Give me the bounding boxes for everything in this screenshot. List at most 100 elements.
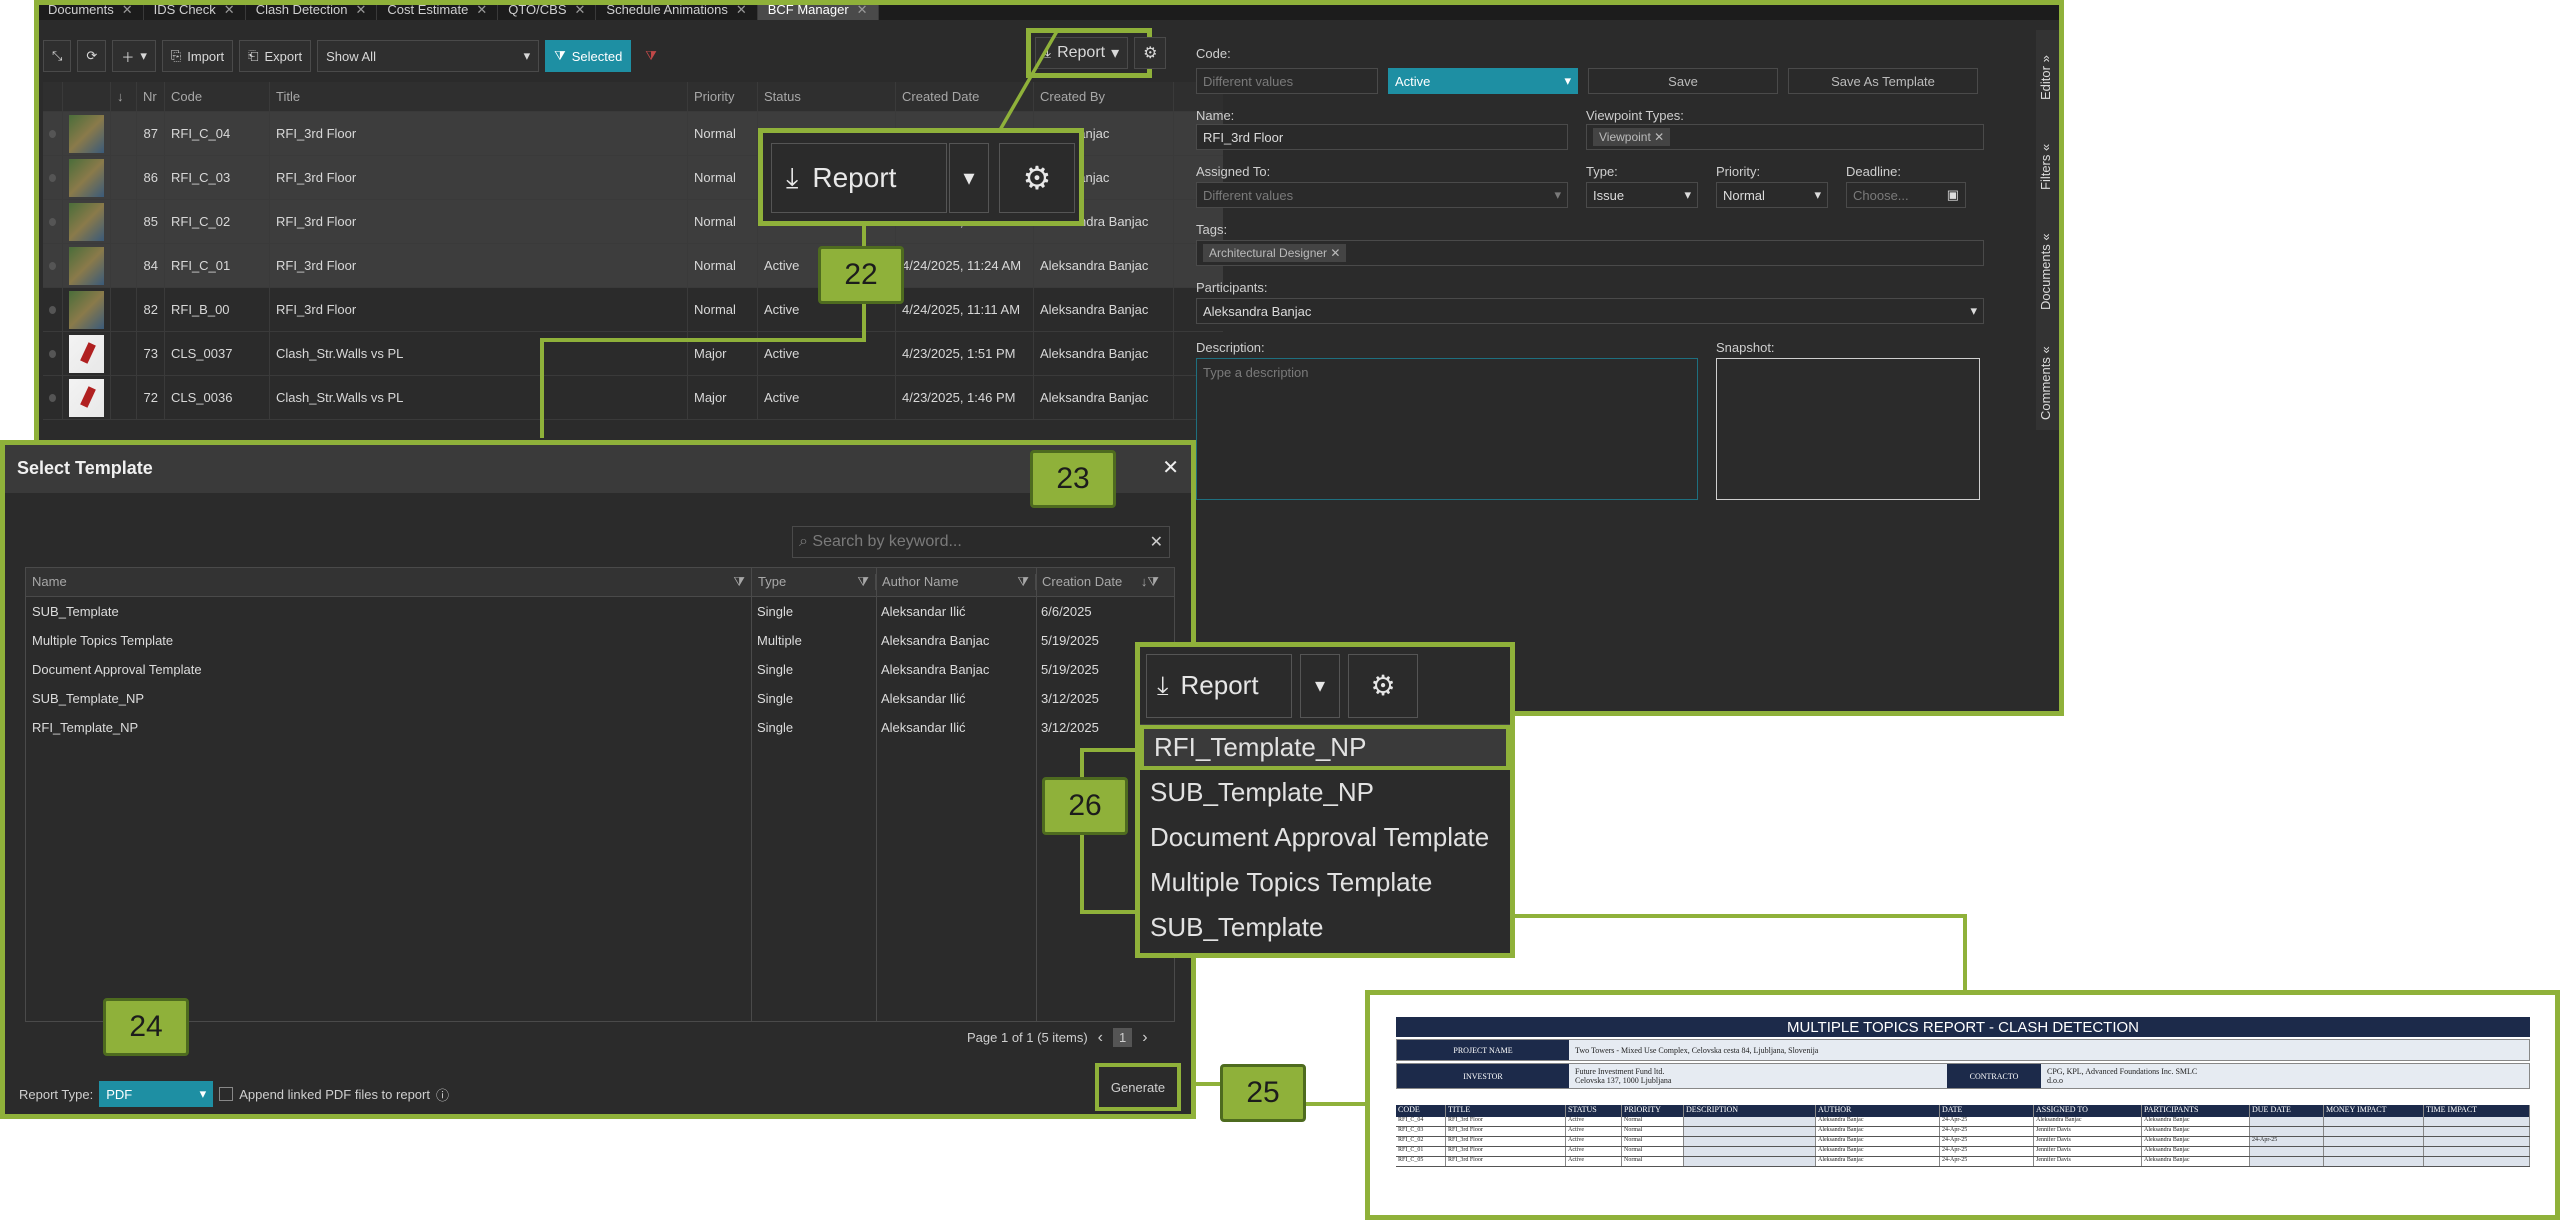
template-row[interactable]: Multiple Topics Template Multiple Aleksand… [26,626,1174,655]
template-search-input[interactable]: ⌕ Search by keyword... ✕ [792,526,1170,558]
save-as-template-button[interactable]: Save As Template [1788,68,1978,94]
info-icon[interactable]: ⓘ [436,1085,449,1104]
template-row[interactable]: SUB_Template Single Aleksandar Ilić 6/6/202… [26,597,1174,626]
snapshot-box[interactable] [1716,358,1980,500]
assigned-to-select[interactable]: Different values ▾ [1196,182,1568,208]
clear-filter-icon: ⧩ [645,48,657,63]
generate-button[interactable]: Generate [1095,1063,1181,1111]
chevron-left-icon[interactable]: ‹ [1098,1029,1103,1047]
chevron-down-icon: ▾ [1554,187,1561,202]
tab-ids-check[interactable]: IDS Check ✕ [144,0,246,20]
status-select[interactable]: Active ▾ [1388,68,1578,94]
cell-title: RFI_3rd Floor [270,244,688,287]
chevron-down-icon: ▾ [1111,45,1120,62]
selected-filter-button[interactable]: ⧩ Selected [545,40,632,72]
close-icon[interactable]: ✕ [122,2,133,17]
import-button[interactable]: ⎘ Import [161,40,234,72]
export-button[interactable]: ⎗ Export [239,40,312,72]
sort-filter-icon[interactable]: ↓⧩ [1141,574,1159,590]
report-header-cell: PARTICIPANTS [2142,1105,2250,1117]
side-tab-documents[interactable]: Documents « [2038,233,2053,310]
close-icon[interactable]: ✕ [736,2,747,17]
deadline-picker[interactable]: Choose... ▣ [1846,182,1966,208]
tags-field[interactable]: Architectural Designer ✕ [1196,240,1984,266]
header-priority[interactable]: Priority [688,82,758,111]
type-select[interactable]: Issue ▾ [1586,182,1698,208]
viewpoint-types-field[interactable]: Viewpoint ✕ [1586,124,1984,150]
report-table-row: RFI_C_01 RFI_3rd Floor Active Normal Aleksan… [1396,1147,2530,1157]
report-dropdown-toggle[interactable]: ▾ [1300,653,1340,718]
report-dropdown-toggle[interactable]: ▾ [949,143,989,213]
table-row[interactable]: 84 RFI_C_01 RFI_3rd Floor Normal Active 4/24/… [43,244,1223,288]
report-cell [1684,1147,1816,1156]
template-row[interactable]: RFI_Template_NP Single Aleksandar Ilić 3/12… [26,713,1174,742]
side-tab-editor[interactable]: Editor » [2038,55,2053,100]
tab-schedule-animations[interactable]: Schedule Animations ✕ [596,0,758,20]
show-filter-select[interactable]: Show All ▾ [317,40,540,72]
description-textarea[interactable]: Type a description [1196,358,1698,500]
template-row[interactable]: Document Approval Template Single Aleksand… [26,655,1174,684]
side-tab-filters[interactable]: Filters « [2038,144,2053,190]
dropdown-item-rfi-template-np[interactable]: RFI_Template_NP [1140,725,1510,770]
append-pdf-checkbox[interactable] [219,1087,234,1101]
add-button[interactable]: ＋ ▾ [112,40,156,72]
report-type-select[interactable]: PDF ▾ [99,1081,214,1107]
priority-select[interactable]: Normal ▾ [1716,182,1828,208]
close-icon[interactable]: ✕ [1162,455,1179,480]
save-button[interactable]: Save [1588,68,1778,94]
close-icon[interactable]: ✕ [857,2,868,17]
tab-qto-cbs[interactable]: QTO/CBS ✕ [498,0,597,20]
calendar-icon[interactable]: ▣ [1947,187,1959,203]
table-row[interactable]: 82 RFI_B_00 RFI_3rd Floor Normal Active 4/24/… [43,288,1223,332]
name-field[interactable]: RFI_3rd Floor [1196,124,1568,150]
settings-button-zoomed[interactable]: ⚙ [999,143,1075,213]
participants-select[interactable]: Aleksandra Banjac ▾ [1196,298,1984,324]
header-nr[interactable]: Nr [137,82,165,111]
header-status[interactable]: Status [758,82,896,111]
header-name[interactable]: Name ⧩ [26,574,751,590]
tab-clash-detection[interactable]: Clash Detection ✕ [246,0,378,20]
filter-icon[interactable]: ⧩ [857,574,869,590]
report-button-zoomed[interactable]: ⤓ Report [1146,653,1292,718]
thumbnail-image [69,158,104,197]
dropdown-item-document-approval[interactable]: Document Approval Template [1140,815,1510,860]
refresh-button[interactable]: ⟳ [77,40,107,72]
tab-documents[interactable]: Documents ✕ [38,0,144,20]
sort-icon[interactable]: ↓ [111,82,137,111]
close-icon[interactable]: ✕ [1330,246,1340,260]
template-row[interactable]: SUB_Template_NP Single Aleksandar Ilić 3/12… [26,684,1174,713]
header-creation-date[interactable]: Creation Date ↓⧩ [1035,574,1165,590]
header-type[interactable]: Type ⧩ [751,574,875,590]
collapse-button[interactable]: ⤡ [43,40,72,72]
header-created-by[interactable]: Created By [1034,82,1174,111]
header-author[interactable]: Author Name ⧩ [875,574,1035,590]
dropdown-item-sub-template-np[interactable]: SUB_Template_NP [1140,770,1510,815]
close-icon[interactable]: ✕ [575,2,586,17]
dropdown-item-multiple-topics[interactable]: Multiple Topics Template [1140,860,1510,905]
settings-button[interactable]: ⚙ [1134,37,1167,69]
header-code[interactable]: Code [165,82,270,111]
page-number-button[interactable]: 1 [1113,1028,1133,1047]
close-icon[interactable]: ✕ [355,2,366,17]
filter-icon[interactable]: ⧩ [733,574,745,590]
template-cell-name: SUB_Template_NP [32,691,144,706]
clear-filter-button[interactable]: ⧩ [637,40,665,72]
report-button-zoomed[interactable]: ⤓ Report [771,143,947,213]
tab-cost-estimate[interactable]: Cost Estimate ✕ [377,0,499,20]
report-cell: RFI_3rd Floor [1446,1127,1566,1136]
settings-button-zoomed[interactable]: ⚙ [1348,653,1418,718]
cell-nr: 85 [137,200,165,243]
header-title[interactable]: Title [270,82,688,111]
dropdown-item-sub-template[interactable]: SUB_Template [1140,905,1510,950]
clear-icon[interactable]: ✕ [1150,532,1163,552]
code-field[interactable]: Different values [1196,68,1378,94]
row-status-dot [43,288,63,331]
close-icon[interactable]: ✕ [476,2,487,17]
side-tab-comments[interactable]: Comments « [2038,346,2053,420]
filter-icon[interactable]: ⧩ [1017,574,1029,590]
tab-bcf-manager[interactable]: BCF Manager ✕ [757,0,879,20]
close-icon[interactable]: ✕ [1654,130,1664,144]
close-icon[interactable]: ✕ [224,2,235,17]
chevron-right-icon[interactable]: › [1142,1029,1147,1047]
table-row[interactable]: 72 CLS_0036 Clash_Str.Walls vs PL Major Acti… [43,376,1223,420]
